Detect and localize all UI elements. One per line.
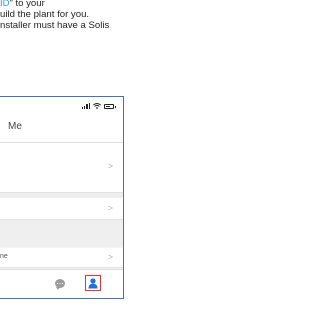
chat-icon[interactable] (55, 279, 65, 290)
chevron-right-icon: > (107, 161, 113, 171)
status-bar (0, 97, 123, 115)
wifi-icon (93, 103, 101, 109)
instruction-line-1-text: ” to your (9, 0, 45, 9)
phone-screenshot: Me > > ne > (0, 96, 124, 299)
name-row[interactable]: ne > (0, 248, 123, 268)
settings-row[interactable]: > (0, 198, 123, 220)
page-title: Me (8, 121, 22, 132)
signal-icon (81, 103, 90, 109)
name-row-label: ne (0, 253, 8, 260)
instruction-line-2: uild the plant for you. (0, 9, 90, 20)
battery-icon (104, 103, 116, 109)
section-divider (0, 220, 123, 247)
person-icon (88, 277, 98, 288)
instruction-line-3: nstaller must have a Solis (0, 20, 110, 31)
status-icons (81, 103, 116, 109)
chevron-right-icon: > (107, 252, 113, 262)
tab-bar (0, 269, 123, 298)
highlighted-id-text: ID (0, 0, 10, 9)
tab-me[interactable] (85, 275, 101, 291)
instruction-line-1: ID” to your (0, 0, 45, 9)
nav-bar: Me (0, 115, 123, 143)
profile-row[interactable]: > (0, 143, 123, 193)
chevron-right-icon: > (107, 203, 113, 213)
